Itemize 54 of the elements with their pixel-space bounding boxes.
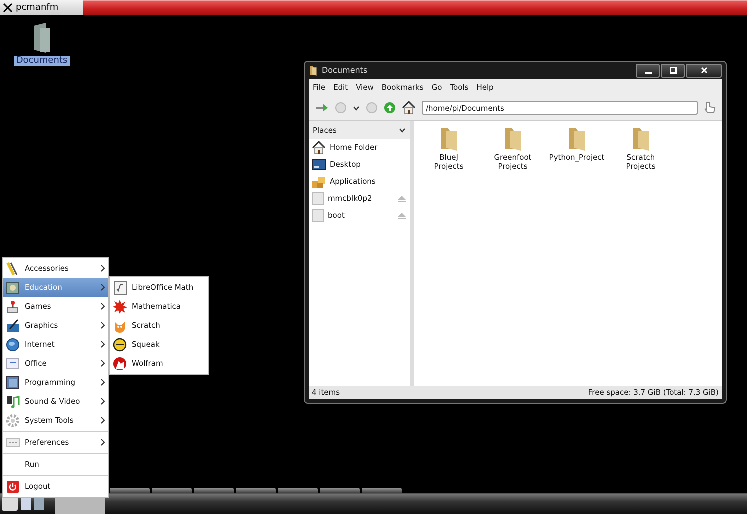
folder-icon	[630, 125, 652, 151]
wolf-logo-icon	[113, 356, 127, 370]
formula-document-icon	[114, 280, 126, 294]
code-window-icon	[6, 376, 20, 390]
monitor-icon	[312, 158, 326, 170]
tools-icon	[6, 262, 20, 276]
folder-icon[interactable]	[31, 22, 53, 54]
drive-icon	[312, 192, 324, 205]
chevron-right-icon	[101, 322, 105, 329]
document-icon	[6, 356, 20, 370]
eject-icon[interactable]	[397, 212, 407, 220]
folder-icon	[309, 65, 318, 76]
gear-icon	[6, 414, 20, 428]
app-title: pcmanfm	[16, 2, 59, 12]
chevron-right-icon	[101, 439, 105, 446]
folder-icon	[566, 125, 588, 151]
eject-icon[interactable]	[397, 194, 407, 202]
arrow-icon[interactable]	[315, 103, 329, 113]
chevron-right-icon	[101, 284, 105, 291]
desktop-icon-label[interactable]: Documents	[14, 56, 70, 66]
music-note-icon	[6, 394, 20, 408]
folder-icon	[438, 125, 460, 151]
settings-icon	[6, 436, 20, 450]
maximize-button[interactable]	[661, 64, 685, 78]
chevron-right-icon	[101, 303, 105, 310]
globe-icon	[6, 338, 20, 352]
home-icon	[402, 101, 416, 115]
boxes-icon	[312, 174, 326, 188]
back-icon[interactable]	[335, 102, 347, 114]
starburst-icon	[113, 300, 127, 314]
close-button[interactable]	[686, 64, 722, 78]
minimize-button[interactable]	[636, 64, 660, 78]
chevron-right-icon	[101, 398, 105, 405]
caret-icon	[399, 128, 406, 132]
joystick-icon	[6, 300, 20, 314]
drawing-tablet-icon	[6, 318, 20, 332]
drive-icon	[312, 209, 324, 222]
chevron-right-icon	[101, 417, 105, 424]
folder-icon	[502, 125, 524, 151]
pointer-hand-icon[interactable]	[704, 102, 716, 114]
forward-icon[interactable]	[366, 102, 378, 114]
chevron-right-icon	[101, 341, 105, 348]
home-icon	[312, 140, 326, 154]
smiley-icon	[113, 338, 127, 352]
x-logo-icon	[3, 2, 13, 12]
chevron-right-icon	[101, 379, 105, 386]
chevron-right-icon	[101, 265, 105, 272]
maximize-icon	[670, 67, 676, 74]
up-arrow-icon[interactable]	[384, 102, 396, 114]
window-title: Documents	[322, 66, 369, 75]
power-icon	[7, 480, 19, 492]
dropdown-caret-icon[interactable]	[353, 106, 360, 110]
close-icon	[700, 67, 708, 74]
chevron-right-icon	[101, 360, 105, 367]
